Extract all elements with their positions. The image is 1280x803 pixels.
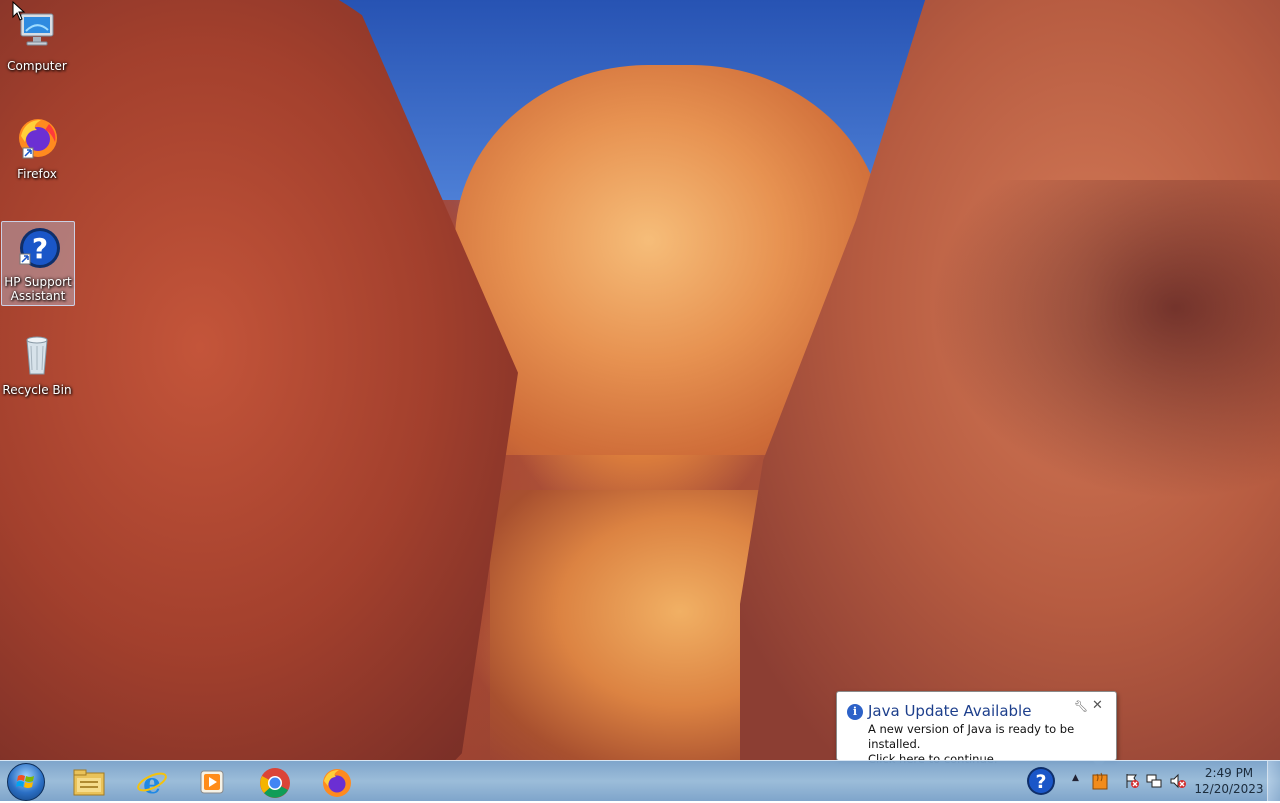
media-player-icon: [200, 770, 224, 794]
recycle-bin-icon: [26, 336, 48, 375]
close-icon[interactable]: ✕: [1092, 698, 1103, 713]
taskbar-media-player[interactable]: [187, 763, 237, 799]
action-center-flag-icon[interactable]: [1124, 773, 1140, 789]
firefox-icon: [323, 769, 351, 797]
svg-text:?: ?: [32, 232, 48, 265]
firefox-icon: [19, 119, 57, 159]
notification-message-line1: A new version of Java is ready to be ins…: [868, 722, 1075, 751]
notification-title: Java Update Available: [868, 702, 1032, 720]
taskbar-clock[interactable]: 2:49 PM 12/20/2023: [1190, 765, 1268, 797]
desktop-icon-hp-support-assistant[interactable]: ? HP Support Assistant: [1, 221, 75, 306]
wallpaper-shadow: [930, 180, 1280, 500]
desktop-icon-label: Recycle Bin: [2, 383, 72, 397]
java-update-tray-icon[interactable]: [1092, 772, 1108, 790]
taskbar-file-explorer[interactable]: [64, 763, 114, 799]
help-question-icon: ?: [19, 228, 60, 268]
clock-time: 2:49 PM: [1204, 766, 1254, 780]
clock-date: 12/20/2023: [1194, 782, 1264, 796]
desktop-icon-label: HP Support Assistant: [4, 275, 72, 303]
chrome-icon: [260, 768, 290, 798]
taskbar-chrome[interactable]: [250, 763, 300, 799]
file-explorer-icon: [73, 769, 105, 796]
java-update-notification[interactable]: i Java Update Available 🔧︎ ✕ A new versi…: [836, 691, 1117, 769]
info-icon: i: [847, 704, 863, 720]
show-desktop-button[interactable]: [1267, 761, 1280, 801]
wrench-icon[interactable]: 🔧︎: [1074, 700, 1088, 713]
internet-explorer-icon: e: [137, 767, 167, 797]
network-icon[interactable]: [1146, 773, 1162, 789]
start-button[interactable]: [6, 762, 46, 801]
svg-text:e: e: [143, 767, 161, 797]
taskbar-internet-explorer[interactable]: e: [127, 763, 177, 799]
desktop-icon-recycle-bin[interactable]: Recycle Bin: [1, 330, 73, 397]
mouse-pointer-icon: [12, 1, 26, 21]
desktop-wallpaper: [0, 0, 1280, 760]
system-tray: ? ▲: [1020, 761, 1190, 801]
hp-support-tray-icon[interactable]: ?: [1026, 766, 1056, 796]
desktop-icon-firefox[interactable]: Firefox: [1, 114, 73, 181]
speaker-muted-icon[interactable]: [1170, 773, 1186, 789]
windows-logo-icon: [7, 763, 45, 801]
show-hidden-icons-chevron-up-icon[interactable]: ▲: [1072, 773, 1079, 783]
desktop-icon-label: Computer: [7, 59, 67, 73]
svg-text:?: ?: [1035, 771, 1046, 793]
taskbar-firefox[interactable]: [312, 763, 362, 799]
taskbar: e ? ▲ 2:49 PM 12/20/2023: [0, 760, 1280, 801]
desktop-icon-label: Firefox: [17, 167, 57, 181]
